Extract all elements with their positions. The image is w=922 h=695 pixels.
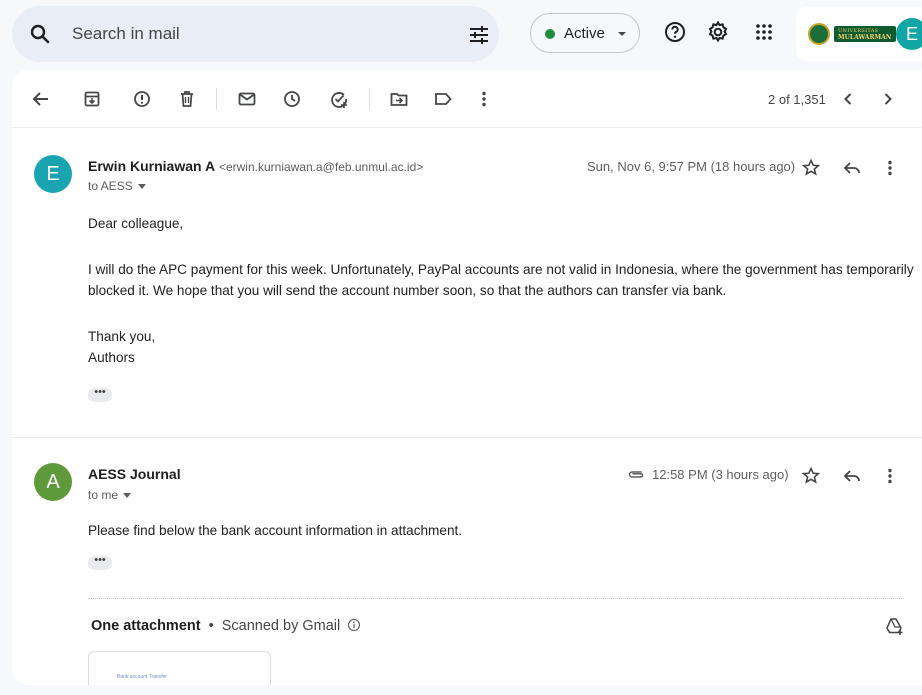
scanned-label: Scanned by Gmail (221, 618, 341, 634)
message-toolbar: 2 of 1,351 (12, 70, 922, 128)
top-bar: Search in mail Active UNIVERSITAS MULAWA… (0, 0, 922, 66)
reply-arrow-icon[interactable] (842, 158, 862, 178)
back-arrow-icon[interactable] (31, 89, 51, 109)
sender-avatar[interactable]: A (34, 463, 72, 501)
search-input[interactable]: Search in mail (72, 24, 180, 44)
sender-line[interactable]: Erwin Kurniawan A <erwin.kurniawan.a@feb… (88, 158, 423, 174)
caret-down-icon[interactable] (123, 493, 132, 499)
move-to-folder-icon[interactable] (389, 89, 409, 109)
help-icon[interactable] (663, 20, 687, 44)
attachment-thumbnail[interactable]: Bank account Transfer (88, 651, 271, 685)
attachment-count: One attachment (91, 618, 201, 634)
message-divider (12, 437, 922, 438)
add-to-drive-icon[interactable] (884, 616, 904, 636)
status-label: Active (564, 25, 605, 42)
attachment-divider (88, 598, 904, 599)
email-body: Please find below the bank account infor… (88, 523, 463, 538)
archive-icon[interactable] (82, 89, 102, 109)
sender-email[interactable]: <erwin.kurniawan.a@feb.unmul.ac.id> (219, 160, 423, 174)
university-seal-icon (808, 23, 830, 45)
email-paragraph-line2: blocked it. We hope that you will send t… (88, 283, 727, 298)
recipient-details[interactable]: to AESS (88, 179, 146, 193)
add-to-tasks-icon[interactable] (329, 89, 349, 109)
email-signature: Authors (88, 350, 135, 365)
organization-logo: UNIVERSITAS MULAWARMAN (808, 23, 904, 45)
snooze-clock-icon[interactable] (282, 89, 302, 109)
account-avatar[interactable]: E (896, 18, 922, 50)
sender-avatar[interactable]: E (34, 155, 72, 193)
caret-down-icon[interactable] (137, 184, 146, 190)
thumbnail-text: Bank account Transfer (117, 674, 168, 680)
newer-chevron-left-icon[interactable] (838, 89, 858, 109)
star-icon[interactable] (801, 466, 821, 486)
message-date: Sun, Nov 6, 9:57 PM (18 hours ago) (587, 159, 796, 174)
chevron-down-icon (615, 27, 629, 41)
email-paragraph-line1: I will do the APC payment for this week.… (88, 262, 914, 277)
recipient-details[interactable]: to me (88, 488, 132, 502)
attachment-paperclip-icon (626, 464, 646, 484)
logo-text-line2: MULAWARMAN (838, 34, 892, 41)
info-icon[interactable] (347, 618, 361, 636)
attachment-header: One attachment • Scanned by Gmail (91, 618, 361, 636)
sender-line[interactable]: AESS Journal (88, 466, 181, 482)
label-tag-icon[interactable] (433, 89, 453, 109)
apps-grid-icon[interactable] (752, 20, 776, 44)
reply-arrow-icon[interactable] (842, 466, 862, 486)
toolbar-divider (216, 88, 217, 110)
account-switcher[interactable]: UNIVERSITAS MULAWARMAN E (796, 7, 922, 61)
status-selector[interactable]: Active (530, 13, 640, 53)
mark-unread-mail-icon[interactable] (237, 89, 257, 109)
recipient-label: to AESS (88, 179, 133, 193)
email-greeting: Dear colleague, (88, 216, 184, 231)
message-more-icon[interactable] (880, 466, 900, 486)
message-more-icon[interactable] (880, 158, 900, 178)
message-date: 12:58 PM (3 hours ago) (652, 467, 789, 482)
status-dot (545, 29, 555, 39)
pagination-count: 2 of 1,351 (768, 92, 826, 107)
older-chevron-right-icon[interactable] (878, 89, 898, 109)
search-bar[interactable]: Search in mail (12, 6, 499, 62)
email-closing: Thank you, (88, 329, 156, 344)
more-options-icon[interactable] (474, 89, 494, 109)
star-icon[interactable] (801, 158, 821, 178)
message-view: 2 of 1,351 E Erwin Kurniawan A <erwin.ku… (12, 70, 922, 685)
sender-name[interactable]: AESS Journal (88, 466, 181, 482)
recipient-label: to me (88, 488, 119, 502)
delete-trash-icon[interactable] (177, 89, 197, 109)
show-trimmed-content-button[interactable]: ••• (88, 555, 112, 570)
report-spam-icon[interactable] (132, 89, 152, 109)
show-trimmed-content-button[interactable]: ••• (88, 387, 112, 402)
toolbar-divider (369, 88, 370, 110)
filter-options-icon[interactable] (468, 24, 490, 46)
sender-name[interactable]: Erwin Kurniawan A (88, 158, 215, 174)
separator-dot: • (208, 618, 214, 634)
search-icon[interactable] (28, 22, 52, 46)
settings-gear-icon[interactable] (706, 20, 730, 44)
